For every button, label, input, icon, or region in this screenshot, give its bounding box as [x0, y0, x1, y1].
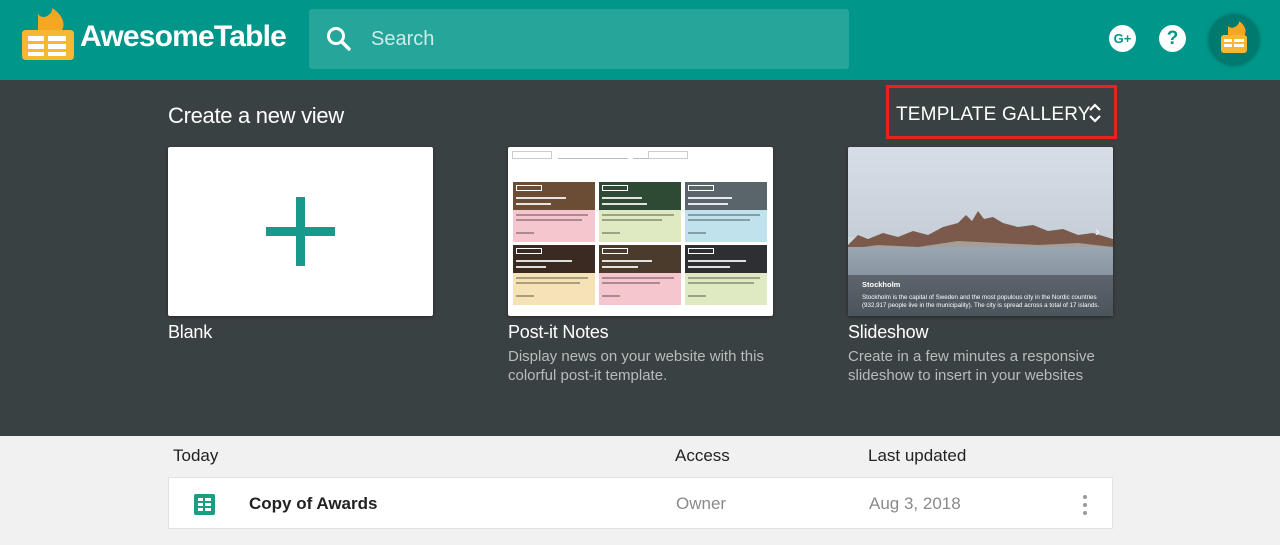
create-view-panel: Create a new view TEMPLATE GALLERY Blank [0, 80, 1280, 436]
plus-icon-vertical [296, 197, 305, 266]
spreadsheet-icon [194, 494, 215, 515]
avatar-logo-icon [1221, 21, 1247, 53]
slide-caption-text: Stockholm is the capital of Sweden and t… [862, 294, 1100, 309]
list-header-last-updated[interactable]: Last updated [868, 446, 966, 466]
help-icon[interactable]: ? [1159, 25, 1186, 52]
post-it-template-description: Display news on your website with this c… [508, 348, 764, 384]
blank-template-card[interactable] [168, 147, 433, 316]
post-it-template-name[interactable]: Post-it Notes [508, 322, 609, 343]
blank-template-name[interactable]: Blank [168, 322, 212, 343]
next-slide-icon: › [1095, 223, 1100, 239]
view-last-updated: Aug 3, 2018 [869, 494, 961, 513]
date-filter-preview [558, 151, 628, 159]
filter-dropdown-preview [512, 151, 552, 159]
post-it-note [685, 245, 767, 305]
search-input[interactable]: Search [371, 28, 434, 51]
brand-name[interactable]: AwesomeTable [80, 20, 287, 54]
slideshow-template-description: Create in a few minutes a responsive sli… [848, 348, 1095, 384]
slide-caption-title: Stockholm [862, 280, 901, 289]
list-header-today: Today [173, 446, 219, 465]
post-it-note [685, 182, 767, 242]
expand-collapse-icon [1089, 103, 1101, 123]
app-header: AwesomeTable Search G+ ? [0, 0, 1280, 80]
create-view-title: Create a new view [168, 103, 344, 128]
more-options-icon[interactable] [1081, 493, 1089, 517]
avatar[interactable] [1209, 14, 1259, 64]
view-access: Owner [676, 494, 727, 513]
table-row[interactable]: Copy of Awards Owner Aug 3, 2018 [168, 477, 1113, 529]
google-plus-icon[interactable]: G+ [1109, 25, 1136, 52]
search-box[interactable]: Search [309, 9, 849, 69]
post-it-note [513, 245, 595, 305]
slideshow-template-card[interactable]: › Stockholm Stockholm is the capital of … [848, 147, 1113, 316]
list-header-access[interactable]: Access [675, 446, 730, 466]
awesome-table-logo-icon[interactable] [18, 8, 78, 64]
post-it-note [599, 245, 681, 305]
view-name[interactable]: Copy of Awards [249, 494, 377, 514]
slideshow-template-name[interactable]: Slideshow [848, 322, 928, 343]
template-gallery-label: TEMPLATE GALLERY [896, 104, 1091, 125]
search-icon [327, 27, 351, 51]
search-filter-preview [648, 151, 688, 159]
post-it-note [599, 182, 681, 242]
template-gallery-button[interactable]: TEMPLATE GALLERY [886, 85, 1117, 139]
post-it-note [513, 182, 595, 242]
post-it-template-card[interactable] [508, 147, 773, 316]
